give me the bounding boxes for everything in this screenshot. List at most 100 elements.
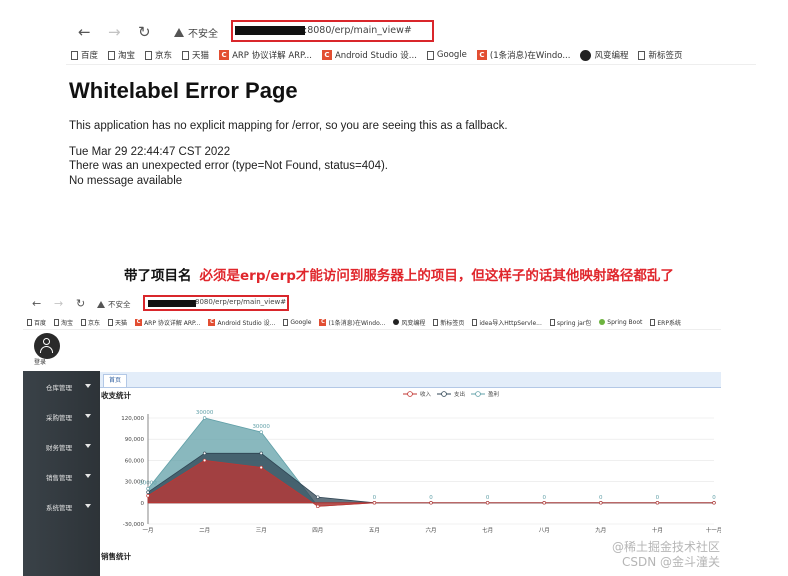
- bookmark-item[interactable]: ERP系统: [646, 318, 685, 327]
- x-tick-label: 九月: [595, 526, 606, 534]
- login-label[interactable]: 登录: [34, 357, 46, 366]
- x-tick-label: 一月: [142, 527, 153, 534]
- sidebar-item-warehouse[interactable]: 仓库管理: [23, 371, 100, 401]
- bookmark-label: Spring Boot: [607, 318, 643, 326]
- data-label: 30000: [139, 481, 157, 487]
- security-indicator[interactable]: 不安全: [97, 299, 131, 310]
- bookmark-label: Google: [436, 50, 467, 60]
- bookmark-item[interactable]: 京东: [140, 49, 177, 61]
- page-icon: [549, 318, 555, 326]
- url-text: :8080/erp/main_view#: [304, 25, 412, 36]
- bookmark-item[interactable]: 天猫: [177, 49, 214, 61]
- series-point: [202, 451, 207, 456]
- data-label: 30000: [196, 410, 214, 416]
- bookmark-item[interactable]: 淘宝: [50, 318, 77, 327]
- series-point: [429, 501, 433, 505]
- caret-down-icon: [85, 414, 91, 418]
- legend-label: 收入: [420, 390, 432, 398]
- bookmark-item[interactable]: C ARP 协议详解 ARP...: [214, 49, 317, 61]
- sidebar-item-finance[interactable]: 财务管理: [23, 431, 100, 461]
- sidebar-item-system[interactable]: 系统管理: [23, 491, 100, 521]
- bookmark-item[interactable]: 百度: [23, 318, 50, 327]
- bookmark-label: 天猫: [192, 51, 210, 61]
- x-tick-label: 三月: [256, 527, 267, 534]
- series-point: [316, 495, 320, 499]
- page-icon: [638, 50, 646, 60]
- bookmark-item[interactable]: Spring Boot: [595, 319, 646, 326]
- legend-marker: [441, 391, 447, 397]
- page-icon: [650, 318, 656, 326]
- csdn-icon: C: [321, 50, 332, 60]
- series-point: [655, 501, 660, 505]
- bookmark-label: idea导入HttpServle...: [479, 319, 542, 327]
- reload-icon[interactable]: ↻: [76, 297, 85, 310]
- y-tick-label: 60,000: [125, 458, 145, 464]
- panda-icon: [580, 49, 592, 61]
- series-point: [542, 501, 546, 505]
- sidebar-item-purchase[interactable]: 采购管理: [23, 401, 100, 431]
- back-icon[interactable]: ←: [32, 297, 41, 310]
- page-icon: [108, 318, 114, 326]
- security-label: 不安全: [188, 29, 218, 40]
- bookmark-item[interactable]: C Android Studio 设...: [204, 318, 279, 327]
- address-bar[interactable]: :8080/erp/main_view#: [231, 20, 434, 42]
- bookmark-item[interactable]: Google: [422, 50, 472, 60]
- panda-icon: [393, 319, 400, 325]
- bookmark-item[interactable]: C ARP 协议详解 ARP...: [131, 318, 204, 327]
- spring-icon: [599, 319, 606, 325]
- reload-icon[interactable]: ↻: [138, 24, 151, 40]
- security-label: 不安全: [108, 300, 131, 309]
- warning-icon: [174, 28, 184, 37]
- bookmark-item[interactable]: 新标签页: [429, 318, 468, 327]
- x-tick-label: 六月: [425, 526, 436, 534]
- caret-down-icon: [85, 384, 91, 388]
- page-icon: [472, 318, 478, 326]
- bookmark-label: 百度: [34, 319, 47, 327]
- address-bar[interactable]: 8080/erp/erp/main_view#: [143, 295, 289, 311]
- sidebar-item-sales[interactable]: 销售管理: [23, 461, 100, 491]
- bookmark-item[interactable]: 风变编程: [575, 49, 633, 61]
- series-point: [259, 465, 263, 470]
- bookmark-label: 风变编程: [401, 319, 426, 327]
- bookmark-item[interactable]: C (1条消息)在Windo...: [315, 318, 389, 327]
- bookmark-item[interactable]: 新标签页: [633, 49, 687, 61]
- legend-marker: [475, 391, 481, 397]
- csdn-icon: C: [319, 318, 327, 326]
- bookmark-label: ERP系统: [657, 319, 681, 327]
- bookmark-item[interactable]: spring jar包: [546, 318, 595, 327]
- bookmark-item[interactable]: 京东: [77, 318, 104, 327]
- bookmark-item[interactable]: 风变编程: [389, 318, 429, 327]
- bookmark-label: (1条消息)在Windo...: [328, 319, 386, 327]
- bookmark-item[interactable]: 百度: [66, 49, 103, 61]
- series-point: [712, 501, 716, 505]
- bookmark-item[interactable]: Google: [279, 318, 315, 326]
- bookmark-item[interactable]: idea导入HttpServle...: [468, 318, 545, 327]
- caret-down-icon: [85, 504, 91, 508]
- error-explanation: This application has no explicit mapping…: [69, 120, 508, 132]
- forward-icon[interactable]: →: [108, 24, 121, 40]
- sidebar-item-label: 财务管理: [46, 444, 72, 452]
- series-point: [146, 486, 150, 491]
- x-tick-label: 七月: [482, 526, 493, 534]
- bookmark-item[interactable]: C (1条消息)在Windo...: [472, 49, 576, 61]
- user-avatar-icon[interactable]: [34, 333, 60, 359]
- forward-icon[interactable]: →: [54, 297, 63, 310]
- bookmark-label: 淘宝: [118, 51, 136, 61]
- annotation-red: 必须是erp/erp才能访问到服务器上的项目，但这样子的话其他映射路径都乱了: [199, 268, 674, 284]
- series-point: [202, 416, 207, 420]
- bookmark-item[interactable]: 天猫: [104, 318, 131, 327]
- csdn-icon: C: [208, 318, 216, 326]
- series-point: [146, 490, 150, 494]
- y-tick-label: -30,000: [123, 522, 145, 528]
- bookmark-item[interactable]: 淘宝: [103, 49, 140, 61]
- bookmark-label: ARP 协议详解 ARP...: [144, 319, 201, 327]
- page-icon: [27, 318, 32, 326]
- bookmark-label: 淘宝: [61, 319, 74, 327]
- data-label: 30000: [252, 424, 270, 430]
- sidebar-item-label: 仓库管理: [46, 384, 72, 392]
- sidebar-item-label: 采购管理: [46, 414, 72, 422]
- back-icon[interactable]: ←: [78, 24, 91, 40]
- security-indicator[interactable]: 不安全: [174, 25, 218, 40]
- bookmark-item[interactable]: C Android Studio 设...: [317, 49, 422, 61]
- bookmark-label: (1条消息)在Windo...: [489, 51, 571, 61]
